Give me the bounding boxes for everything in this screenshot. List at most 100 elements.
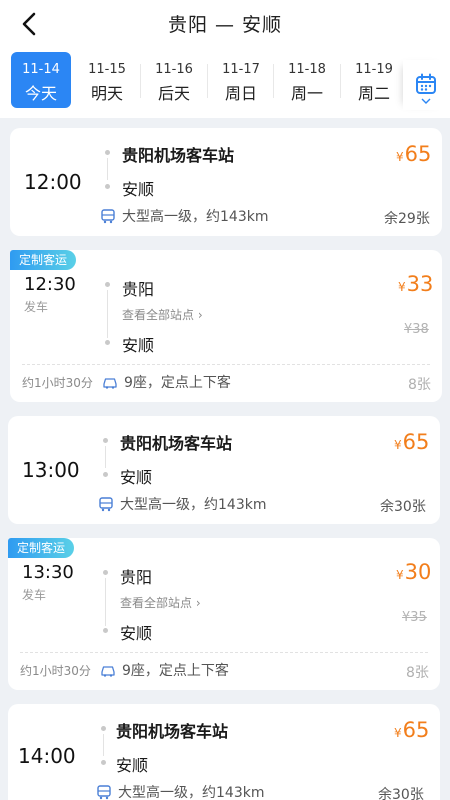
view-all-stops-link[interactable]: 查看全部站点 ›	[122, 306, 203, 323]
price: ¥65	[394, 430, 429, 454]
price-value: 65	[402, 430, 430, 454]
currency: ¥	[398, 280, 406, 294]
route-dot	[103, 472, 108, 477]
date-tab-4[interactable]: 11-18 周一	[277, 52, 337, 108]
price: ¥30	[396, 560, 431, 584]
divider	[140, 64, 141, 98]
car-icon	[103, 378, 117, 389]
price-value: 30	[404, 560, 432, 584]
divider	[340, 64, 341, 98]
date-tab-label: 周日	[224, 84, 257, 103]
origin-station: 贵阳机场客车站	[120, 434, 233, 453]
view-all-stops-link[interactable]: 查看全部站点 ›	[120, 594, 201, 611]
seats-left: 余30张	[380, 499, 426, 515]
currency: ¥	[396, 150, 404, 164]
date-tab-1[interactable]: 11-15 明天	[77, 52, 137, 108]
divider	[207, 64, 208, 98]
destination-station: 安顺	[116, 756, 149, 775]
route-dot	[105, 150, 110, 155]
route-line	[107, 290, 108, 338]
vehicle-text: 大型高一级，约143km	[118, 785, 265, 800]
trip-card[interactable]: 定制客运 12:30 发车 贵阳 查看全部站点 › 安顺 ¥33 ¥38 约1小…	[10, 250, 442, 402]
date-selector: 11-14 今天 11-15 明天 11-16 后天 11-17 周日 11-1…	[0, 52, 450, 110]
route-dot	[101, 760, 106, 765]
page-title: 贵阳 — 安顺	[167, 14, 283, 36]
seats-left: 8张	[408, 377, 431, 393]
route-dot	[103, 570, 108, 575]
route-dot	[105, 282, 110, 287]
destination-station: 安顺	[122, 180, 155, 199]
route-dot	[105, 184, 110, 189]
date-tab-date: 11-16	[155, 62, 193, 77]
date-tab-date: 11-19	[355, 62, 393, 77]
departure-time: 13:00	[22, 458, 80, 482]
date-tab-0[interactable]: 11-14 今天	[11, 52, 71, 108]
date-tab-label: 周一	[290, 84, 323, 103]
currency: ¥	[396, 568, 404, 582]
destination-station: 安顺	[122, 336, 155, 355]
trip-card[interactable]: 12:00 贵阳机场客车站 安顺 ¥65 大型高一级，约143km 余29张	[10, 128, 442, 236]
route-dot	[103, 438, 108, 443]
vehicle-info: 大型高一级，约143km	[96, 782, 264, 800]
route-dot	[101, 726, 106, 731]
departure-time: 14:00	[18, 744, 76, 768]
route-dot	[105, 340, 110, 345]
bus-icon	[101, 209, 115, 224]
trip-card[interactable]: 13:00 贵阳机场客车站 安顺 ¥65 大型高一级，约143km 余30张	[8, 416, 440, 524]
date-tab-label: 今天	[24, 84, 57, 103]
divider	[273, 64, 274, 98]
car-icon	[101, 666, 115, 677]
route-line	[105, 446, 106, 468]
chevron-down-icon	[421, 98, 431, 104]
departure-time: 12:00	[24, 170, 82, 194]
seats-left: 8张	[406, 665, 429, 681]
vehicle-info: 9座，定点上下客	[102, 372, 231, 392]
date-tab-date: 11-14	[22, 62, 60, 77]
date-tab-5[interactable]: 11-19 周二	[344, 52, 404, 108]
divider	[22, 364, 430, 365]
route-line	[103, 734, 104, 756]
bus-icon	[97, 785, 111, 800]
seats-left: 余30张	[378, 787, 424, 800]
currency: ¥	[394, 438, 402, 452]
route-line	[107, 158, 108, 180]
departure-time: 13:30	[22, 562, 74, 583]
date-tab-2[interactable]: 11-16 后天	[144, 52, 204, 108]
date-tab-date: 11-15	[88, 62, 126, 77]
trip-card[interactable]: 14:00 贵阳机场客车站 安顺 ¥65 大型高一级，约143km 余30张	[8, 704, 440, 800]
trip-card[interactable]: 定制客运 13:30 发车 贵阳 查看全部站点 › 安顺 ¥30 ¥35 约1小…	[8, 538, 440, 690]
price: ¥33	[398, 272, 433, 296]
original-price: ¥38	[404, 322, 429, 337]
vehicle-text: 9座，定点上下客	[124, 375, 231, 391]
original-price: ¥35	[402, 610, 427, 625]
date-tab-label: 后天	[157, 84, 190, 103]
depart-label: 发车	[24, 300, 49, 314]
date-tab-label: 明天	[90, 84, 123, 103]
departure-time: 12:30	[24, 274, 76, 295]
origin-station: 贵阳机场客车站	[122, 146, 235, 165]
calendar-button[interactable]	[403, 60, 449, 110]
vehicle-info: 大型高一级，约143km	[98, 494, 266, 514]
vehicle-text: 9座，定点上下客	[122, 663, 229, 679]
route-dot	[103, 628, 108, 633]
vehicle-text: 大型高一级，约143km	[120, 497, 267, 513]
duration: 约1小时30分	[22, 376, 93, 390]
duration: 约1小时30分	[20, 664, 91, 678]
origin-station: 贵阳机场客车站	[116, 722, 229, 741]
vehicle-text: 大型高一级，约143km	[122, 209, 269, 225]
vehicle-info: 9座，定点上下客	[100, 660, 229, 680]
date-tab-3[interactable]: 11-17 周日	[211, 52, 271, 108]
origin-station: 贵阳	[122, 280, 155, 299]
date-tab-label: 周二	[357, 84, 390, 103]
seats-left: 余29张	[384, 211, 430, 227]
custom-transport-badge: 定制客运	[8, 538, 75, 558]
bus-icon	[99, 497, 113, 512]
depart-label: 发车	[22, 588, 47, 602]
price-value: 65	[404, 142, 432, 166]
price-value: 33	[406, 272, 434, 296]
price: ¥65	[396, 142, 431, 166]
date-tab-date: 11-17	[222, 62, 260, 77]
price: ¥65	[394, 718, 429, 742]
currency: ¥	[394, 726, 402, 740]
calendar-icon	[416, 73, 436, 94]
